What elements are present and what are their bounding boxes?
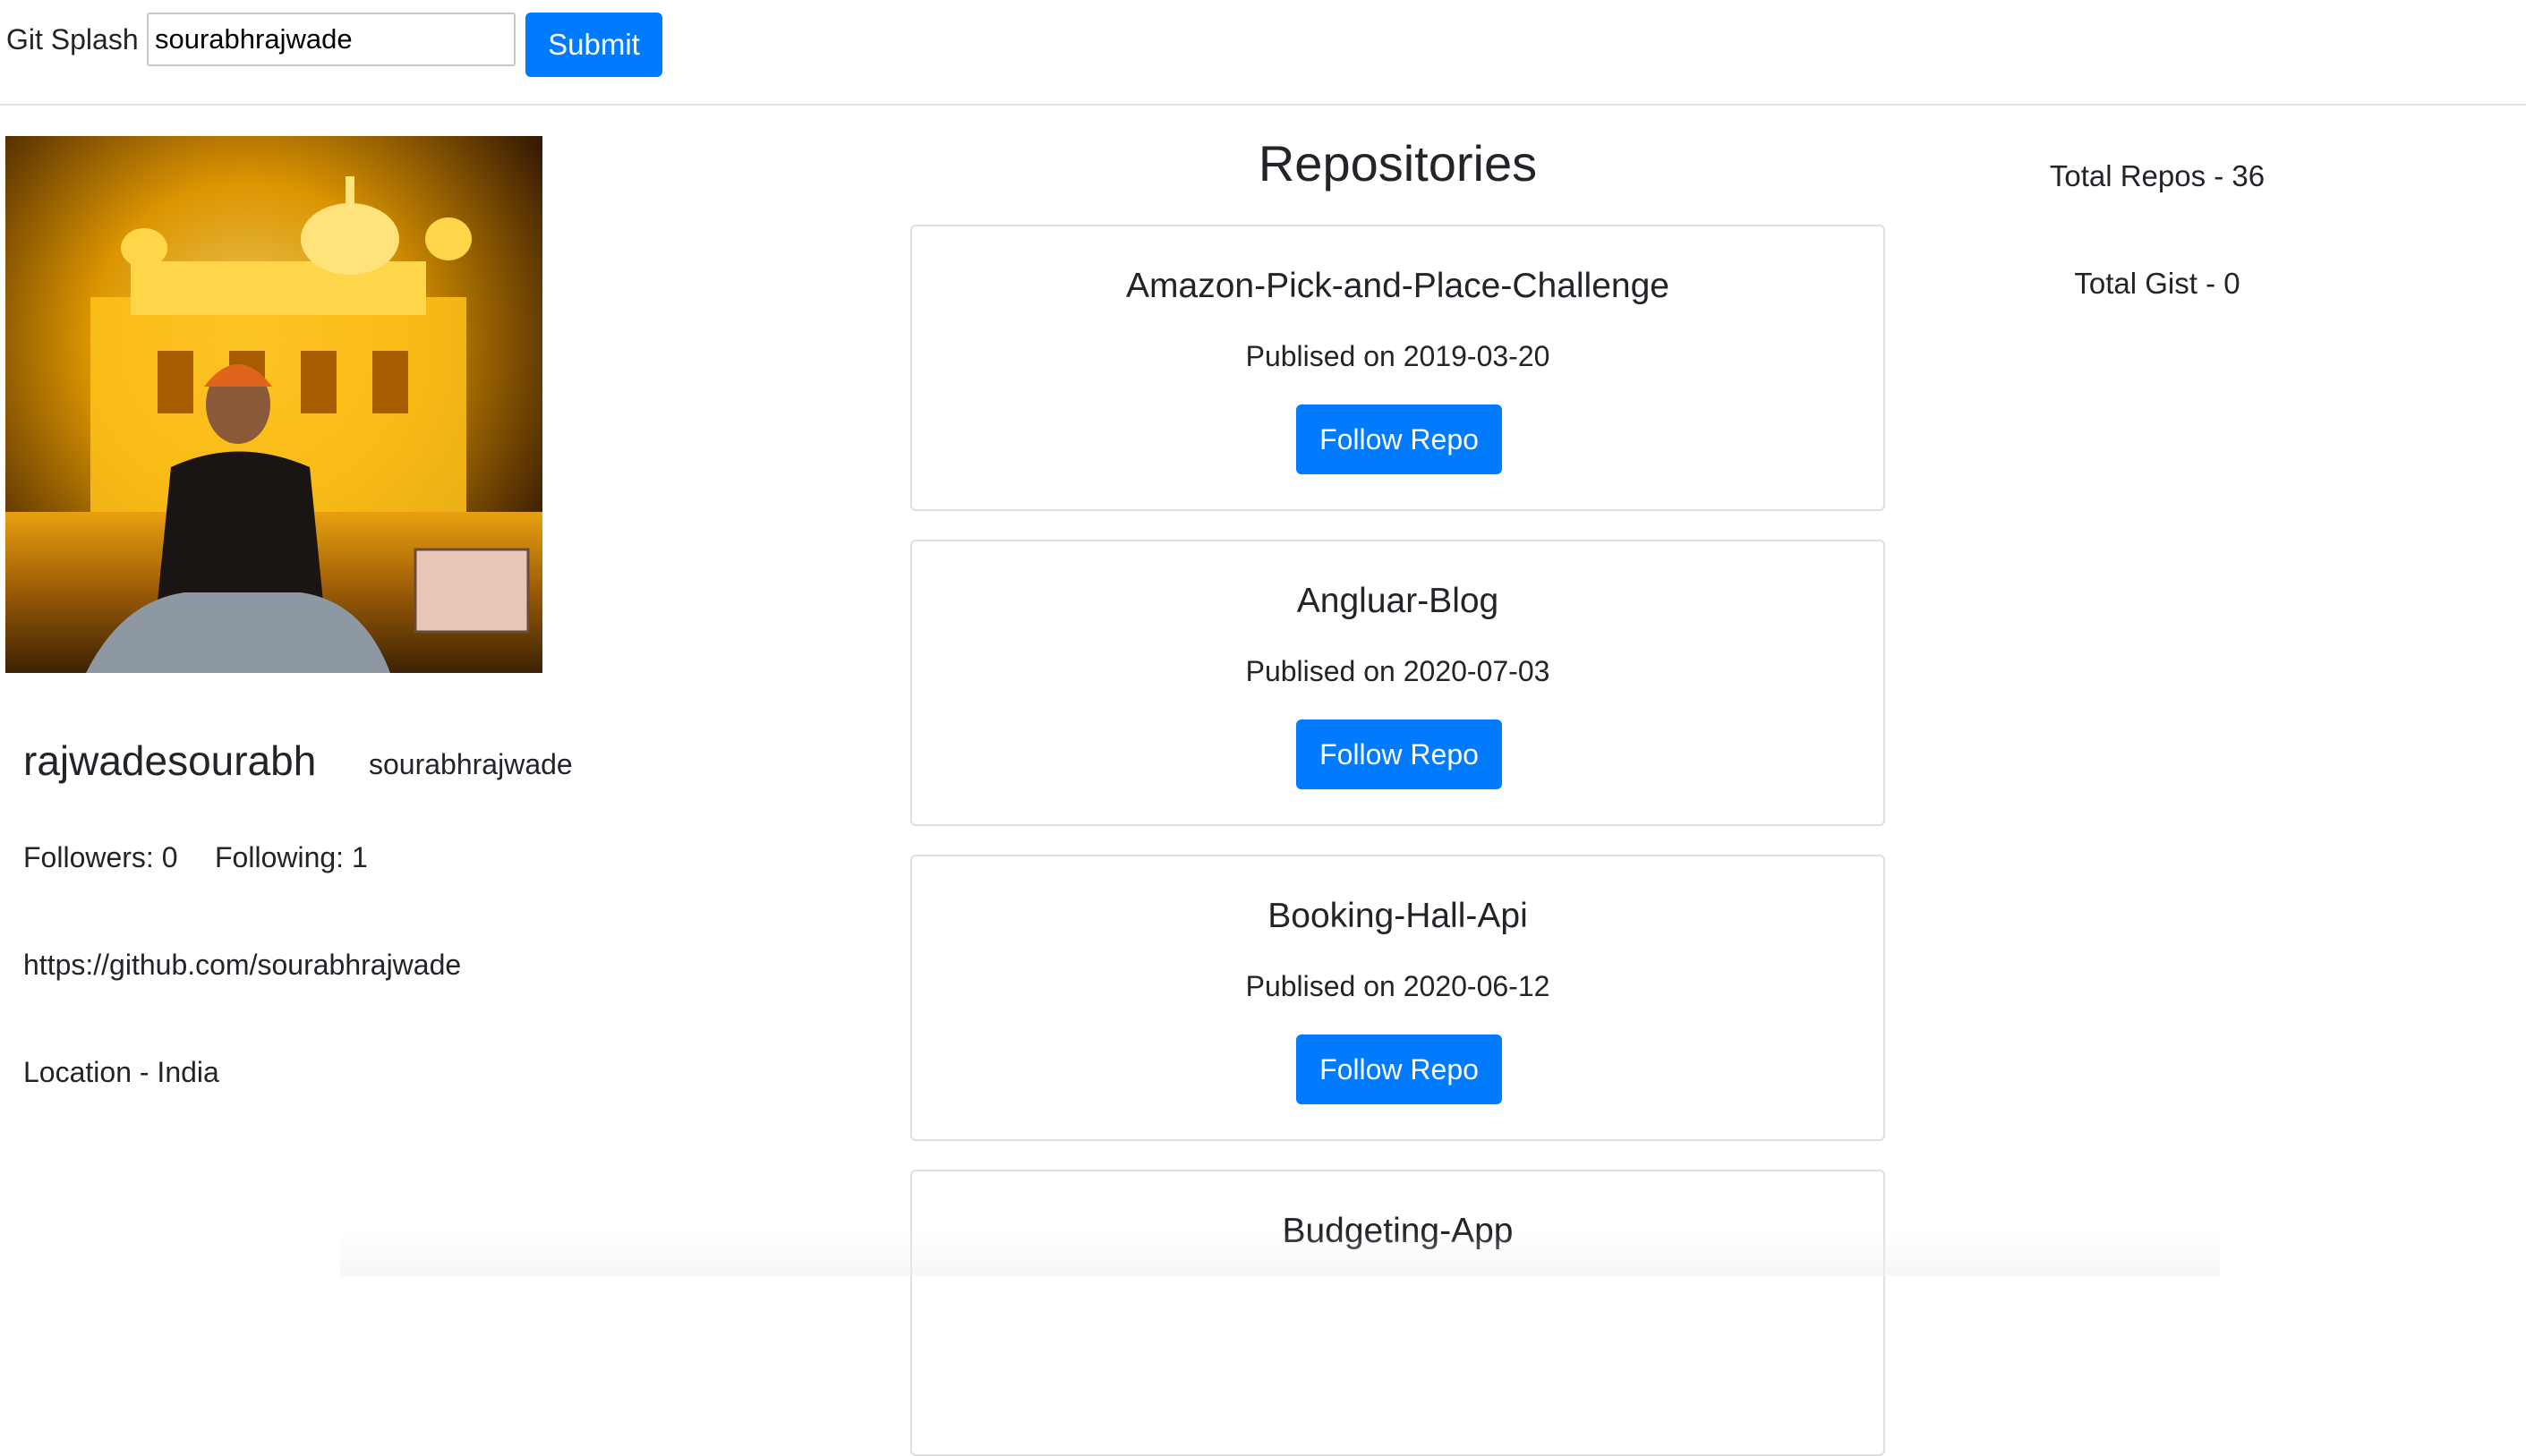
repo-card: Amazon-Pick-and-Place-Challenge Publised… [910,225,1885,511]
profile-login: sourabhrajwade [369,748,573,780]
follow-repo-button[interactable]: Follow Repo [1296,719,1502,789]
repo-card: Budgeting-App [910,1170,1885,1456]
follow-repo-button[interactable]: Follow Repo [1296,1035,1502,1104]
repo-published-date: Publised on 2020-07-03 [1245,655,1550,687]
profile-name: rajwadesourabh [23,737,317,784]
repo-published-date: Publised on 2020-06-12 [1245,970,1550,1002]
followers-count: Followers: 0 [23,841,178,873]
total-gist-stat: Total Gist - 0 [2074,267,2240,300]
top-bar: Git Splash Submit [0,0,2526,106]
profile-location: Location - India [23,1056,219,1088]
repositories-heading: Repositories [1258,135,1538,192]
profile-url: https://github.com/sourabhrajwade [23,949,462,981]
repo-name: Booking-Hall-Api [1267,897,1528,935]
repo-name: Angluar-Blog [1296,582,1499,620]
follow-repo-button[interactable]: Follow Repo [1296,404,1502,474]
profile-photo [5,136,542,673]
repo-card: Angluar-Blog Publised on 2020-07-03 Foll… [910,540,1885,826]
avatar [5,136,542,673]
brand-title: Git Splash [6,23,139,55]
username-search-input[interactable] [147,13,516,66]
repo-published-date: Publised on 2019-03-20 [1245,340,1550,372]
total-repos-stat: Total Repos - 36 [2049,159,2266,192]
following-count: Following: 1 [215,841,368,873]
repo-card: Booking-Hall-Api Publised on 2020-06-12 … [910,855,1885,1141]
repo-name: Amazon-Pick-and-Place-Challenge [1126,267,1669,305]
repo-name: Budgeting-App [1282,1212,1514,1250]
submit-button[interactable]: Submit [525,13,662,77]
